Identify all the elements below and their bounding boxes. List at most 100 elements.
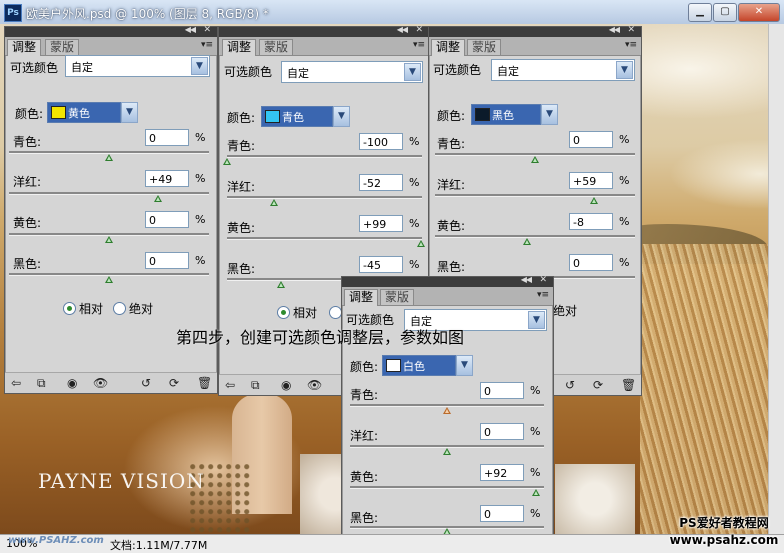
tab-masks[interactable]: 蒙版 — [380, 289, 415, 305]
slider-label: 黄色: — [350, 470, 379, 484]
black-slider-thumb[interactable] — [105, 276, 113, 283]
black-value-input[interactable]: 0 — [145, 252, 189, 269]
relative-radio[interactable] — [63, 302, 76, 315]
yellow-slider-thumb[interactable] — [105, 236, 113, 243]
magenta-slider-thumb[interactable] — [269, 199, 278, 206]
black-value-input[interactable]: 0 — [569, 254, 613, 271]
close-icon[interactable]: ✕ — [415, 25, 423, 35]
adjustments-panel-white: ◀◀ ✕ 调整 蒙版 ▾≡ 可选颜色 自定 ▼ 颜色: 白色 ▼ 青色: 0 % 洋红… — [341, 275, 554, 536]
cyan-value-input[interactable]: 0 — [569, 131, 613, 148]
visibility-eye-icon[interactable]: 👁 — [307, 378, 322, 392]
close-button[interactable]: ✕ — [738, 3, 780, 22]
magenta-value-input[interactable]: +49 — [145, 170, 189, 187]
yellow-value-input[interactable]: 0 — [145, 211, 189, 228]
brand-url: www.psahz.com — [669, 533, 779, 547]
tab-masks[interactable]: 蒙版 — [467, 39, 502, 55]
cyan-value-input[interactable]: 0 — [480, 382, 524, 399]
magenta-slider-thumb[interactable] — [590, 197, 598, 204]
yellow-slider-thumb[interactable] — [532, 489, 541, 496]
percent-sign: % — [530, 425, 541, 438]
tab-adjustments[interactable]: 调整 — [222, 39, 257, 56]
clip-layer-icon[interactable]: ⧉ — [251, 378, 260, 392]
magenta-slider-thumb[interactable] — [443, 448, 451, 455]
cyan-slider-thumb[interactable] — [105, 154, 113, 161]
panel-menu-icon[interactable]: ▾≡ — [625, 40, 637, 50]
tab-masks[interactable]: 蒙版 — [259, 39, 294, 55]
colors-dropdown[interactable]: 青色 ▼ — [261, 106, 350, 127]
color-name: 白色 — [403, 360, 425, 373]
panel-menu-icon[interactable]: ▾≡ — [201, 40, 213, 50]
absolute-radio[interactable] — [113, 302, 126, 315]
relative-label: 相对 — [79, 302, 104, 316]
close-icon[interactable]: ✕ — [539, 275, 547, 285]
layer-mask-icon[interactable]: ◉ — [67, 376, 77, 390]
trash-icon[interactable]: 🗑 — [621, 378, 636, 392]
collapse-icon[interactable]: ◀◀ — [609, 25, 620, 34]
colors-dropdown[interactable]: 黑色 ▼ — [471, 104, 558, 125]
preset-label: 可选颜色 — [224, 65, 273, 79]
panel-tabs: 调整 蒙版 ▾≡ — [342, 287, 553, 306]
slider-label: 黄色: — [437, 219, 466, 233]
cyan-slider-thumb[interactable] — [443, 407, 451, 414]
view-previous-icon[interactable]: ↺ — [565, 378, 575, 392]
panel-menu-icon[interactable]: ▾≡ — [537, 290, 549, 300]
slider-label: 青色: — [13, 135, 42, 149]
tab-masks[interactable]: 蒙版 — [45, 39, 80, 55]
collapse-icon[interactable]: ◀◀ — [185, 25, 196, 34]
lace-shirt-right — [555, 464, 635, 534]
yellow-value-input[interactable]: +99 — [359, 215, 403, 232]
collapse-icon[interactable]: ◀◀ — [521, 275, 532, 284]
yellow-slider-thumb[interactable] — [417, 240, 426, 247]
magenta-value-input[interactable]: -52 — [359, 174, 403, 191]
reset-icon[interactable]: ⟳ — [593, 378, 603, 392]
status-bar: 100% 文档:1.11M/7.77M — [0, 534, 784, 553]
colors-dropdown[interactable]: 白色 ▼ — [382, 355, 473, 376]
relative-radio[interactable] — [277, 306, 290, 319]
percent-sign: % — [409, 135, 420, 148]
tab-adjustments[interactable]: 调整 — [431, 39, 466, 56]
colors-label: 颜色: — [227, 111, 256, 125]
trash-icon[interactable]: 🗑 — [197, 376, 212, 390]
cyan-value-input[interactable]: -100 — [359, 133, 403, 150]
slider-label: 洋红: — [227, 180, 256, 194]
cyan-slider-thumb[interactable] — [531, 156, 539, 163]
chevron-down-icon: ▼ — [528, 311, 545, 329]
colors-dropdown[interactable]: 黄色 ▼ — [47, 102, 138, 123]
panel-menu-icon[interactable]: ▾≡ — [413, 40, 425, 50]
cyan-slider-thumb[interactable] — [223, 158, 231, 165]
clip-layer-icon[interactable]: ⧉ — [37, 376, 46, 390]
slider-label: 洋红: — [350, 429, 379, 443]
magenta-slider-thumb[interactable] — [154, 195, 162, 202]
close-icon[interactable]: ✕ — [203, 25, 211, 35]
restore-button[interactable]: ▢ — [713, 3, 737, 22]
black-value-input[interactable]: 0 — [480, 505, 524, 522]
cyan-value-input[interactable]: 0 — [145, 129, 189, 146]
tab-adjustments[interactable]: 调整 — [344, 289, 379, 306]
back-arrow-icon[interactable]: ⇦ — [11, 376, 21, 390]
vertical-scrollbar[interactable] — [768, 24, 784, 534]
back-arrow-icon[interactable]: ⇦ — [225, 378, 235, 392]
panel-footer: ⇦ ⧉ ◉ 👁 ↺ ⟳ 🗑 — [5, 372, 217, 393]
collapse-icon[interactable]: ◀◀ — [397, 25, 408, 34]
preset-dropdown[interactable]: 自定 ▼ — [491, 59, 635, 81]
preset-dropdown[interactable]: 自定 ▼ — [281, 61, 423, 83]
black-value-input[interactable]: -45 — [359, 256, 403, 273]
layer-mask-icon[interactable]: ◉ — [281, 378, 291, 392]
yellow-value-input[interactable]: -8 — [569, 213, 613, 230]
reset-icon[interactable]: ⟳ — [169, 376, 179, 390]
view-previous-icon[interactable]: ↺ — [141, 376, 151, 390]
magenta-value-input[interactable]: +59 — [569, 172, 613, 189]
yellow-value-input[interactable]: +92 — [480, 464, 524, 481]
magenta-value-input[interactable]: 0 — [480, 423, 524, 440]
visibility-eye-icon[interactable]: 👁 — [93, 376, 108, 390]
close-icon[interactable]: ✕ — [627, 25, 635, 35]
black-slider-thumb[interactable] — [276, 281, 285, 288]
percent-sign: % — [409, 217, 420, 230]
chevron-down-icon: ▼ — [121, 102, 138, 123]
absolute-label: 绝对 — [553, 304, 578, 318]
yellow-slider-thumb[interactable] — [523, 238, 531, 245]
absolute-label: 绝对 — [129, 302, 154, 316]
tab-adjustments[interactable]: 调整 — [7, 39, 42, 56]
minimize-button[interactable]: ▁ — [688, 3, 712, 22]
preset-dropdown[interactable]: 自定 ▼ — [65, 55, 210, 77]
